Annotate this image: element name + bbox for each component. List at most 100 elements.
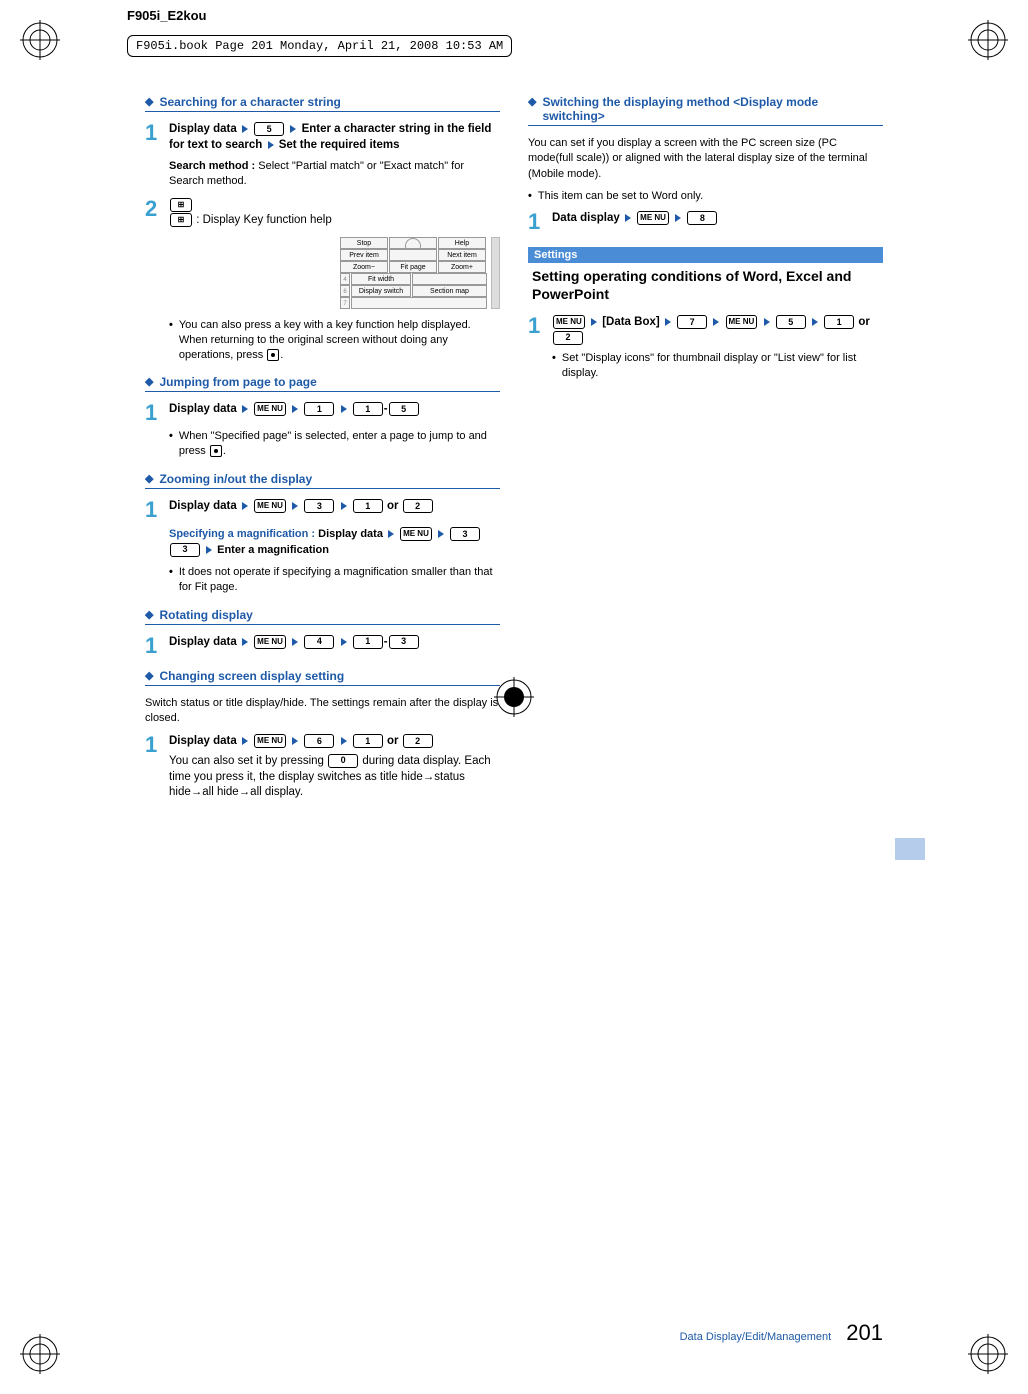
step-body: Display data ME NU 4 1-3 [169, 635, 500, 657]
arrow-icon [341, 737, 347, 745]
arrow-icon [341, 502, 347, 510]
key-1: 1 [824, 315, 854, 329]
mini-row-num: 4 [340, 273, 350, 285]
page-body: ◆ Searching for a character string 1 Dis… [145, 85, 885, 803]
key-1: 1 [353, 499, 383, 513]
mini-zoom-plus: Zoom+ [438, 261, 486, 273]
arrow-icon [764, 318, 770, 326]
bullet-dot-icon: • [169, 318, 173, 363]
menu-key: ME NU [726, 315, 758, 329]
arrow-icon [242, 737, 248, 745]
bullet-dot-icon: • [169, 565, 173, 595]
arrow-icon [675, 214, 681, 222]
doc-path: F905i.book Page 201 Monday, April 21, 20… [127, 35, 512, 57]
step-body: ⊞ ⊞ : Display Key function help [169, 198, 500, 229]
section-title: Searching for a character string [159, 95, 340, 109]
spec-mag-row: Specifying a magnification : Display dat… [169, 527, 500, 558]
mini-row-num: 6 [340, 285, 350, 297]
section-switching-display-mode: ◆ Switching the displaying method <Displ… [528, 95, 883, 126]
key-6: 6 [304, 734, 334, 748]
arrow-icon [242, 502, 248, 510]
key-3: 3 [170, 543, 200, 557]
section-zoom: ◆ Zooming in/out the display [145, 472, 500, 489]
arrow-icon [292, 405, 298, 413]
section-title: Rotating display [159, 608, 252, 622]
mini-blank [351, 297, 487, 309]
mini-fitpage: Fit page [389, 261, 437, 273]
section-title: Switching the displaying method <Display… [542, 95, 883, 123]
step-number: 1 [528, 211, 546, 233]
key-2: 2 [403, 499, 433, 513]
key-0: 0 [328, 754, 358, 768]
section-rotating: ◆ Rotating display [145, 608, 500, 625]
mini-blank [412, 273, 487, 285]
sec6-bullet: • This item can be set to Word only. [528, 189, 883, 204]
key-1: 1 [304, 402, 334, 416]
section-title: Jumping from page to page [159, 375, 316, 389]
settings-bar: Settings [528, 247, 883, 263]
settings-step1: 1 ME NU [Data Box] 7 ME NU 5 1 or 2 [528, 315, 883, 346]
arrow-icon [341, 405, 347, 413]
step-text: Display data [169, 123, 237, 135]
step-number: 1 [145, 499, 163, 521]
key-2: 2 [403, 734, 433, 748]
mini-zoom-minus: Zoom− [340, 261, 388, 273]
arrow-icon [290, 125, 296, 133]
mini-stop: Stop [340, 237, 388, 249]
sec6-intro: You can set if you display a screen with… [528, 136, 883, 182]
mini-next: Next item [438, 249, 486, 261]
step-number: 1 [145, 122, 163, 153]
key-2: 2 [553, 331, 583, 345]
diamond-icon: ◆ [145, 608, 153, 621]
center-key-icon [210, 445, 222, 457]
step-body: Display data ME NU 1 1-5 [169, 402, 500, 424]
arrow-icon [268, 141, 274, 149]
arrow-icon [713, 318, 719, 326]
key-p-icon: ⊞ [170, 213, 192, 227]
sec3-bullet: • It does not operate if specifying a ma… [169, 565, 500, 595]
arrow-icon [812, 318, 818, 326]
key-1: 1 [353, 635, 383, 649]
sec5-intro: Switch status or title display/hide. The… [145, 696, 500, 727]
mini-fitwidth: Fit width [351, 273, 411, 285]
settings-title: Setting operating conditions of Word, Ex… [532, 267, 883, 303]
sec2-bullet: • When "Specified page" is selected, ent… [169, 429, 500, 459]
arrow-icon [292, 638, 298, 646]
sec1-step1: 1 Display data 5 Enter a character strin… [145, 122, 500, 153]
step-text: Set the required items [279, 139, 400, 151]
mini-row-num: 7 [340, 297, 350, 309]
arrow-icon [206, 546, 212, 554]
section-changing-display: ◆ Changing screen display setting [145, 669, 500, 686]
diamond-icon: ◆ [145, 669, 153, 682]
left-column: ◆ Searching for a character string 1 Dis… [145, 85, 500, 803]
diamond-icon: ◆ [145, 472, 153, 485]
search-method-label: Search method : [169, 160, 255, 172]
key-5: 5 [254, 122, 284, 136]
step-number: 2 [145, 198, 163, 229]
page-number: 201 [846, 1320, 883, 1345]
crop-mark-top-right [968, 20, 1008, 60]
key-3: 3 [450, 527, 480, 541]
mini-help: Help [438, 237, 486, 249]
mini-center [389, 237, 437, 249]
menu-key: ME NU [400, 527, 432, 541]
settings-bullet: • Set "Display icons" for thumbnail disp… [552, 351, 883, 381]
key-7: 7 [677, 315, 707, 329]
bullet-text: When "Specified page" is selected, enter… [179, 429, 500, 459]
key-3: 3 [304, 499, 334, 513]
right-column: ◆ Switching the displaying method <Displ… [528, 85, 883, 803]
section-title: Zooming in/out the display [159, 472, 312, 486]
step-number: 1 [145, 402, 163, 424]
sec3-step1: 1 Display data ME NU 3 1 or 2 [145, 499, 500, 521]
diamond-icon: ◆ [145, 95, 153, 108]
mini-blank [389, 249, 437, 261]
menu-key: ME NU [553, 315, 585, 329]
arrow-icon [242, 405, 248, 413]
arrow-icon [292, 737, 298, 745]
bullet-text: Set "Display icons" for thumbnail displa… [562, 351, 883, 381]
center-key-icon [267, 349, 279, 361]
menu-key: ME NU [254, 734, 286, 748]
key-5: 5 [776, 315, 806, 329]
section-searching: ◆ Searching for a character string [145, 95, 500, 112]
arrow-icon [665, 318, 671, 326]
